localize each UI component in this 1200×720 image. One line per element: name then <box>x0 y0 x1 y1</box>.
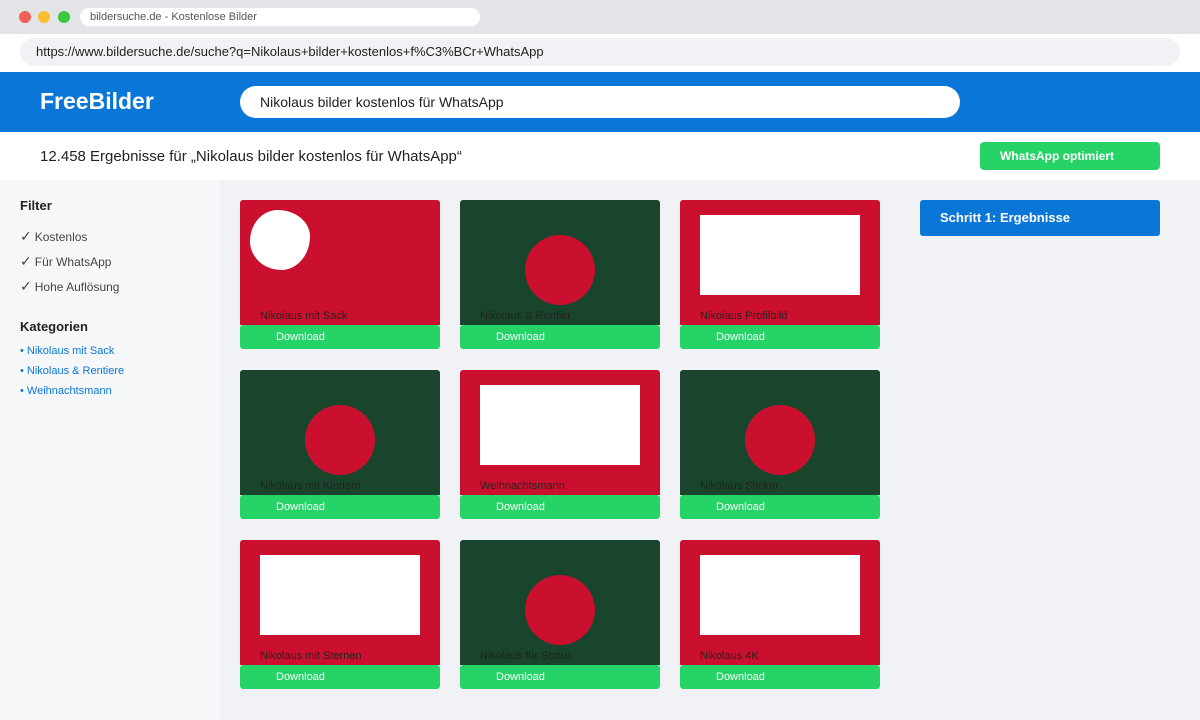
image-card[interactable]: Nikolaus mit Kindern Download <box>240 370 440 519</box>
results-count: 12.458 Ergebnisse für „Nikolaus bilder k… <box>40 148 462 165</box>
filter-item-kostenlos[interactable]: ✓ Kostenlos <box>20 228 87 245</box>
site-header: FreeBilder <box>0 72 1200 132</box>
image-caption: Nikolaus mit Sack <box>260 310 348 322</box>
site-logo[interactable]: FreeBilder <box>40 88 154 115</box>
thumbnail-shape <box>305 405 375 475</box>
thumbnail-image[interactable] <box>460 200 660 325</box>
thumbnail-image[interactable] <box>460 370 660 495</box>
thumbnail-image[interactable] <box>680 200 880 325</box>
thumbnail-shape <box>480 385 640 465</box>
image-card[interactable]: Weihnachtsmann Download <box>460 370 660 519</box>
category-link-nikolaus-mit-sack[interactable]: • Nikolaus mit Sack <box>20 345 114 357</box>
minimize-window-icon[interactable] <box>38 11 50 23</box>
download-button[interactable]: Download <box>240 495 440 519</box>
download-button[interactable]: Download <box>680 665 880 689</box>
filter-item-high-resolution[interactable]: ✓ Hohe Auflösung <box>20 278 119 295</box>
image-caption: Nikolaus & Rentier <box>480 310 572 322</box>
image-card[interactable]: Nikolaus für Status Download <box>460 540 660 689</box>
thumbnail-shape <box>745 405 815 475</box>
image-caption: Nikolaus mit Sternen <box>260 650 362 662</box>
browser-tab[interactable]: bildersuche.de - Kostenlose Bilder <box>80 8 480 26</box>
thumbnail-shape <box>700 555 860 635</box>
address-bar[interactable]: https://www.bildersuche.de/suche?q=Nikol… <box>20 38 1180 66</box>
image-card[interactable]: Nikolaus Sticker Download <box>680 370 880 519</box>
maximize-window-icon[interactable] <box>58 11 70 23</box>
image-caption: Nikolaus Profilbild <box>700 310 788 322</box>
address-bar-row: https://www.bildersuche.de/suche?q=Nikol… <box>0 34 1200 72</box>
browser-titlebar: bildersuche.de - Kostenlose Bilder <box>0 0 1200 34</box>
download-button[interactable]: Download <box>460 665 660 689</box>
close-window-icon[interactable] <box>19 11 31 23</box>
check-icon: ✓ <box>20 278 32 294</box>
image-caption: Nikolaus für Status <box>480 650 573 662</box>
image-card[interactable]: Nikolaus mit Sternen Download <box>240 540 440 689</box>
image-card[interactable]: Nikolaus 4K Download <box>680 540 880 689</box>
filter-label: Kostenlos <box>34 230 88 244</box>
thumbnail-shape <box>700 215 860 295</box>
image-card[interactable]: Nikolaus mit Sack Download <box>240 200 440 349</box>
image-card[interactable]: Nikolaus & Rentier Download <box>460 200 660 349</box>
check-icon: ✓ <box>20 228 32 244</box>
image-caption: Nikolaus mit Kindern <box>260 480 361 492</box>
filter-item-whatsapp[interactable]: ✓ Für WhatsApp <box>20 253 111 270</box>
filter-label: Hohe Auflösung <box>34 280 120 294</box>
whatsapp-optimized-button[interactable]: WhatsApp optimiert <box>980 142 1160 170</box>
download-button[interactable]: Download <box>680 325 880 349</box>
filter-label: Für WhatsApp <box>34 255 112 269</box>
thumbnail-image[interactable] <box>240 200 440 325</box>
thumbnail-image[interactable] <box>460 540 660 665</box>
thumbnail-image[interactable] <box>680 370 880 495</box>
image-caption: Weihnachtsmann <box>480 480 565 492</box>
thumbnail-shape <box>525 575 595 645</box>
image-caption: Nikolaus 4K <box>700 650 759 662</box>
download-button[interactable]: Download <box>680 495 880 519</box>
thumbnail-image[interactable] <box>240 370 440 495</box>
thumbnail-shape <box>525 235 595 305</box>
thumbnail-image[interactable] <box>240 540 440 665</box>
categories-heading: Kategorien <box>20 319 88 334</box>
check-icon: ✓ <box>20 253 32 269</box>
results-bar: 12.458 Ergebnisse für „Nikolaus bilder k… <box>0 132 1200 180</box>
download-button[interactable]: Download <box>240 665 440 689</box>
search-input[interactable] <box>240 86 960 118</box>
download-button[interactable]: Download <box>460 495 660 519</box>
thumbnail-shape <box>260 555 420 635</box>
image-card[interactable]: Nikolaus Profilbild Download <box>680 200 880 349</box>
thumbnail-shape <box>250 210 310 270</box>
image-caption: Nikolaus Sticker <box>700 480 779 492</box>
step-1-results-button[interactable]: Schritt 1: Ergebnisse <box>920 200 1160 236</box>
thumbnail-image[interactable] <box>680 540 880 665</box>
category-link-weihnachtsmann[interactable]: • Weihnachtsmann <box>20 385 112 397</box>
filter-heading: Filter <box>20 198 52 213</box>
download-button[interactable]: Download <box>240 325 440 349</box>
filter-sidebar: Filter ✓ Kostenlos ✓ Für WhatsApp ✓ Hohe Au… <box>0 180 220 720</box>
download-button[interactable]: Download <box>460 325 660 349</box>
category-link-nikolaus-rentiere[interactable]: • Nikolaus & Rentiere <box>20 365 124 377</box>
